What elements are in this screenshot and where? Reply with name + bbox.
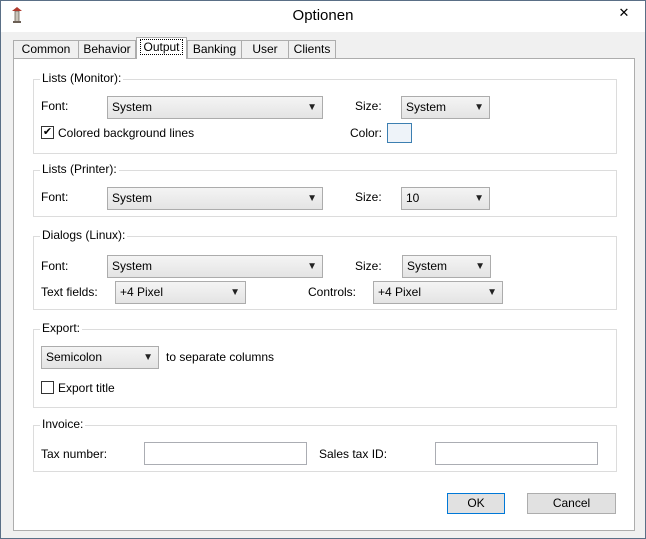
cancel-button[interactable]: Cancel <box>527 493 616 514</box>
printer-font-label: Font: <box>41 190 69 204</box>
chevron-down-icon: ▼ <box>475 261 485 272</box>
chevron-down-icon: ▼ <box>307 261 317 272</box>
window-title: Optionen <box>292 7 354 24</box>
printer-size-select[interactable]: 10 ▼ <box>401 187 490 210</box>
separator-value: Semicolon <box>46 350 103 364</box>
tab-label: Banking <box>192 42 237 56</box>
textfields-value: +4 Pixel <box>120 285 164 299</box>
separator-select[interactable]: Semicolon ▼ <box>41 346 159 369</box>
ok-button[interactable]: OK <box>447 493 505 514</box>
controls-select[interactable]: +4 Pixel ▼ <box>373 281 503 304</box>
monitor-size-value: System <box>406 100 447 114</box>
dialogs-title: Dialogs (Linux): <box>40 228 128 242</box>
printer-size-label: Size: <box>355 190 382 204</box>
lists-monitor-title: Lists (Monitor): <box>40 71 124 85</box>
monitor-color-label: Color: <box>350 126 383 140</box>
tab-label: Clients <box>293 42 331 56</box>
export-title: Export: <box>40 321 83 335</box>
chevron-down-icon: ▼ <box>307 102 317 113</box>
tab-label: User <box>252 42 278 56</box>
monitor-size-label: Size: <box>355 99 382 113</box>
tab-label: Behavior <box>83 42 131 56</box>
monitor-font-label: Font: <box>41 99 69 113</box>
dialogs-font-value: System <box>112 259 153 273</box>
tab-banking[interactable]: Banking <box>187 40 242 59</box>
tab-clients[interactable]: Clients <box>288 40 336 59</box>
dialogs-font-select[interactable]: System ▼ <box>107 255 323 278</box>
tax-number-label: Tax number: <box>41 447 108 461</box>
tab-bar: Common Behavior Output Banking User Clie… <box>13 37 635 59</box>
textfields-select[interactable]: +4 Pixel ▼ <box>115 281 246 304</box>
export-title-label: Export title <box>58 381 115 395</box>
sales-tax-label: Sales tax ID: <box>319 447 388 461</box>
chevron-down-icon: ▼ <box>230 287 240 298</box>
chevron-down-icon: ▼ <box>474 102 484 113</box>
textfields-label: Text fields: <box>41 285 98 299</box>
printer-size-value: 10 <box>406 191 420 205</box>
lists-printer-title: Lists (Printer): <box>40 162 119 176</box>
colored-lines-label: Colored background lines <box>58 126 195 140</box>
tab-behavior[interactable]: Behavior <box>78 40 136 59</box>
printer-font-value: System <box>112 191 153 205</box>
output-tab-pane: Lists (Monitor): Font: System ▼ Size: Sy… <box>13 58 635 531</box>
title-bar[interactable]: Optionen ✕ <box>1 1 645 32</box>
chevron-down-icon: ▼ <box>474 193 484 204</box>
sales-tax-field[interactable] <box>435 442 598 465</box>
separator-suffix-label: to separate columns <box>166 350 275 364</box>
tab-label: Output <box>140 39 183 55</box>
invoice-title: Invoice: <box>40 417 86 431</box>
monitor-font-value: System <box>112 100 153 114</box>
controls-label: Controls: <box>308 285 357 299</box>
dialogs-size-label: Size: <box>355 259 382 273</box>
close-icon[interactable]: ✕ <box>604 1 644 24</box>
dialogs-size-value: System <box>407 259 448 273</box>
dialogs-size-select[interactable]: System ▼ <box>402 255 491 278</box>
chevron-down-icon: ▼ <box>143 352 153 363</box>
chevron-down-icon: ▼ <box>487 287 497 298</box>
tab-user[interactable]: User <box>241 40 289 59</box>
monitor-font-select[interactable]: System ▼ <box>107 96 323 119</box>
dialogs-font-label: Font: <box>41 259 69 273</box>
tab-label: Common <box>21 42 71 56</box>
tax-number-field[interactable] <box>144 442 307 465</box>
options-window: Optionen ✕ Common Behavior Output Bankin… <box>0 0 646 539</box>
tab-common[interactable]: Common <box>13 40 79 59</box>
export-title-checkbox[interactable] <box>41 381 54 394</box>
color-swatch-button[interactable] <box>387 123 412 143</box>
colored-lines-checkbox[interactable]: ✔ <box>41 126 54 139</box>
monitor-size-select[interactable]: System ▼ <box>401 96 490 119</box>
controls-value: +4 Pixel <box>378 285 422 299</box>
chevron-down-icon: ▼ <box>307 193 317 204</box>
tab-output[interactable]: Output <box>136 37 187 59</box>
printer-font-select[interactable]: System ▼ <box>107 187 323 210</box>
